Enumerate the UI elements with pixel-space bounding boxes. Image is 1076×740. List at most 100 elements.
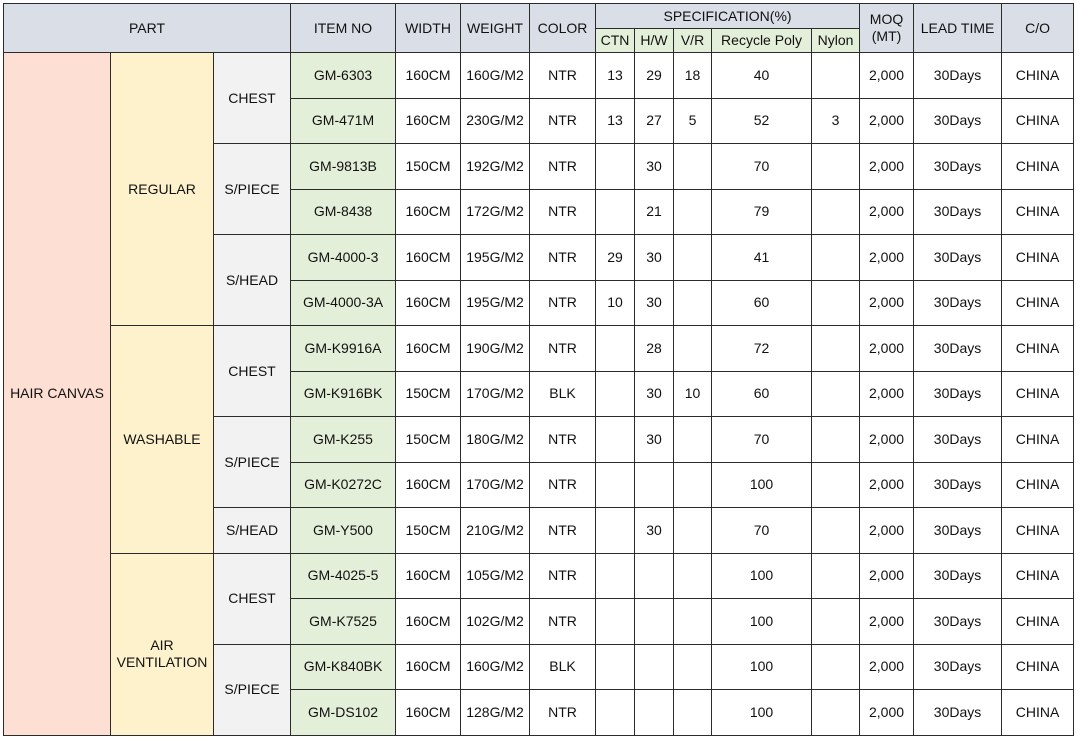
ctn-cell: [595, 643, 636, 690]
co-cell: CHINA: [1001, 52, 1075, 99]
ctn-cell: [595, 370, 636, 417]
color-cell: NTR: [529, 325, 597, 372]
recycle-poly-cell: 100: [711, 643, 813, 690]
recycle-poly-cell: 70: [711, 143, 813, 190]
subgroup-cell: S/PIECE: [212, 416, 292, 508]
table-header: PART ITEM NO WIDTH WEIGHT COLOR SPECIFIC…: [2, 3, 1075, 53]
recycle-poly-cell: 60: [711, 279, 813, 326]
width-cell: 150CM: [395, 370, 462, 417]
table-row: WASHABLE CHEST GM-K9916A 160CM 190G/M2 NTR 28 7…: [4, 325, 1075, 554]
ctn-cell: 13: [595, 97, 636, 144]
vr-cell: [673, 143, 713, 190]
recycle-poly-cell: 79: [711, 188, 813, 235]
color-cell: NTR: [529, 234, 597, 281]
ctn-cell: [595, 325, 636, 372]
recycle-poly-cell: 41: [711, 234, 813, 281]
hw-cell: 30: [634, 416, 675, 463]
co-cell: CHINA: [1001, 279, 1075, 326]
hw-cell: 30: [634, 143, 675, 190]
width-cell: 160CM: [395, 97, 462, 144]
width-cell: 160CM: [395, 279, 462, 326]
width-cell: 160CM: [395, 643, 462, 690]
hw-cell: 30: [634, 279, 675, 326]
ctn-cell: [595, 598, 636, 645]
vr-cell: 5: [673, 97, 713, 144]
item-no-cell: GM-Y500: [290, 507, 397, 554]
lead-time-cell: 30Days: [913, 416, 1003, 463]
width-cell: 160CM: [395, 234, 462, 281]
ctn-cell: [595, 507, 636, 554]
weight-cell: 105G/M2: [460, 552, 531, 599]
header-spec-vr: V/R: [673, 28, 713, 53]
recycle-poly-cell: 100: [711, 689, 813, 736]
co-cell: CHINA: [1001, 552, 1075, 599]
hw-cell: [634, 689, 675, 736]
nylon-cell: [811, 234, 861, 281]
weight-cell: 160G/M2: [460, 643, 531, 690]
weight-cell: 195G/M2: [460, 234, 531, 281]
width-cell: 150CM: [395, 143, 462, 190]
group-name-line2: VENTILATION: [116, 653, 208, 670]
weight-cell: 160G/M2: [460, 52, 531, 99]
hw-cell: [634, 461, 675, 508]
hw-cell: [634, 643, 675, 690]
hw-cell: 21: [634, 188, 675, 235]
weight-cell: 210G/M2: [460, 507, 531, 554]
lead-time-cell: 30Days: [913, 234, 1003, 281]
hw-cell: 27: [634, 97, 675, 144]
width-cell: 150CM: [395, 507, 462, 554]
color-cell: BLK: [529, 643, 597, 690]
header-spec-nylon: Nylon: [811, 28, 861, 53]
recycle-poly-cell: 52: [711, 97, 813, 144]
color-cell: NTR: [529, 188, 597, 235]
lead-time-cell: 30Days: [913, 598, 1003, 645]
co-cell: CHINA: [1001, 97, 1075, 144]
item-no-cell: GM-9813B: [290, 143, 397, 190]
weight-cell: 172G/M2: [460, 188, 531, 235]
color-cell: NTR: [529, 52, 597, 99]
table-body: HAIR CANVAS REGULAR CHEST GM-6303 160CM 160G/…: [3, 52, 1075, 736]
ctn-cell: [595, 188, 636, 235]
vr-cell: [673, 234, 713, 281]
width-cell: 160CM: [395, 52, 462, 99]
color-cell: NTR: [529, 689, 597, 736]
item-no-cell: GM-K0272C: [290, 461, 397, 508]
header-spec-hw: H/W: [634, 28, 675, 53]
vr-cell: 18: [673, 52, 713, 99]
header-spec-ctn: CTN: [595, 28, 636, 53]
item-no-cell: GM-K255: [290, 416, 397, 463]
header-moq-line2: (MT): [871, 28, 902, 44]
item-no-cell: GM-6303: [290, 52, 397, 99]
table-row: HAIR CANVAS REGULAR CHEST GM-6303 160CM 160G/…: [3, 52, 1075, 736]
ctn-cell: [595, 416, 636, 463]
item-no-cell: GM-4000-3A: [290, 279, 397, 326]
header-co: C/O: [1001, 3, 1075, 53]
moq-cell: 2,000: [859, 461, 915, 508]
lead-time-cell: 30Days: [913, 279, 1003, 326]
category-cell: HAIR CANVAS: [3, 52, 111, 736]
nylon-cell: [811, 461, 861, 508]
header-part: PART: [2, 3, 292, 53]
recycle-poly-cell: 100: [711, 461, 813, 508]
vr-cell: 10: [673, 370, 713, 417]
moq-cell: 2,000: [859, 598, 915, 645]
nylon-cell: [811, 507, 861, 554]
item-no-cell: GM-471M: [290, 97, 397, 144]
product-spec-table: PART ITEM NO WIDTH WEIGHT COLOR SPECIFIC…: [2, 3, 1075, 736]
weight-cell: 170G/M2: [460, 370, 531, 417]
hw-cell: [634, 552, 675, 599]
group-cell: REGULAR: [110, 52, 214, 326]
nylon-cell: [811, 325, 861, 372]
recycle-poly-cell: 100: [711, 552, 813, 599]
item-no-cell: GM-8438: [290, 188, 397, 235]
moq-cell: 2,000: [859, 552, 915, 599]
co-cell: CHINA: [1001, 507, 1075, 554]
nylon-cell: [811, 552, 861, 599]
weight-cell: 195G/M2: [460, 279, 531, 326]
header-moq: MOQ (MT): [859, 3, 915, 53]
weight-cell: 180G/M2: [460, 416, 531, 463]
weight-cell: 128G/M2: [460, 689, 531, 736]
moq-cell: 2,000: [859, 234, 915, 281]
recycle-poly-cell: 100: [711, 598, 813, 645]
color-cell: NTR: [529, 97, 597, 144]
